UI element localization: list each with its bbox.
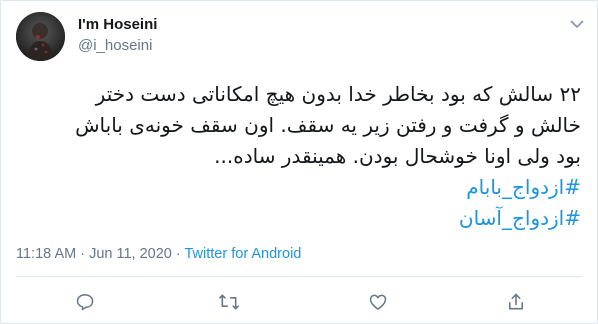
tweet-source-link[interactable]: Twitter for Android: [185, 246, 302, 262]
chevron-down-icon[interactable]: [569, 16, 585, 32]
comment-bubble-icon: [76, 294, 94, 311]
meta-separator: ·: [171, 246, 185, 262]
heart-icon: [369, 294, 387, 310]
like-button[interactable]: [366, 291, 390, 313]
avatar[interactable]: [16, 12, 65, 61]
reply-button[interactable]: [73, 291, 97, 313]
tweet-text: ۲۲ سالش که بود بخاطر خدا بدون هیچ امکانا…: [15, 79, 581, 234]
hashtag-link[interactable]: #ازدواج_آسان: [15, 203, 581, 234]
tweet-date[interactable]: Jun 11, 2020: [89, 246, 172, 262]
profile-photo-icon: [16, 12, 65, 61]
share-icon: [508, 293, 524, 310]
user-handle[interactable]: @i_hoseini: [78, 37, 152, 54]
tweet-metadata: 11:18 AM · Jun 11, 2020 · Twitter for An…: [16, 246, 301, 262]
tweet-text-line: ۲۲ سالش که بود بخاطر خدا بدون هیچ امکانا…: [95, 82, 581, 106]
share-button[interactable]: [504, 291, 528, 313]
hashtag-link[interactable]: #ازدواج_بابام: [15, 172, 581, 203]
divider: [16, 276, 582, 277]
display-name[interactable]: I'm Hoseini: [78, 16, 157, 33]
retweet-button[interactable]: [217, 291, 241, 313]
tweet-card: I'm Hoseini @i_hoseini ۲۲ سالش که بود بخ…: [0, 0, 598, 324]
tweet-time[interactable]: 11:18 AM: [16, 246, 76, 262]
tweet-text-line: خالش و گرفت و رفتن زیر یه سقف. اون سقف خ…: [75, 113, 581, 137]
retweet-icon: [219, 294, 239, 310]
tweet-text-line: بود ولی اونا خوشحال بودن. همینقدر ساده..…: [214, 144, 581, 168]
meta-separator: ·: [76, 246, 90, 262]
